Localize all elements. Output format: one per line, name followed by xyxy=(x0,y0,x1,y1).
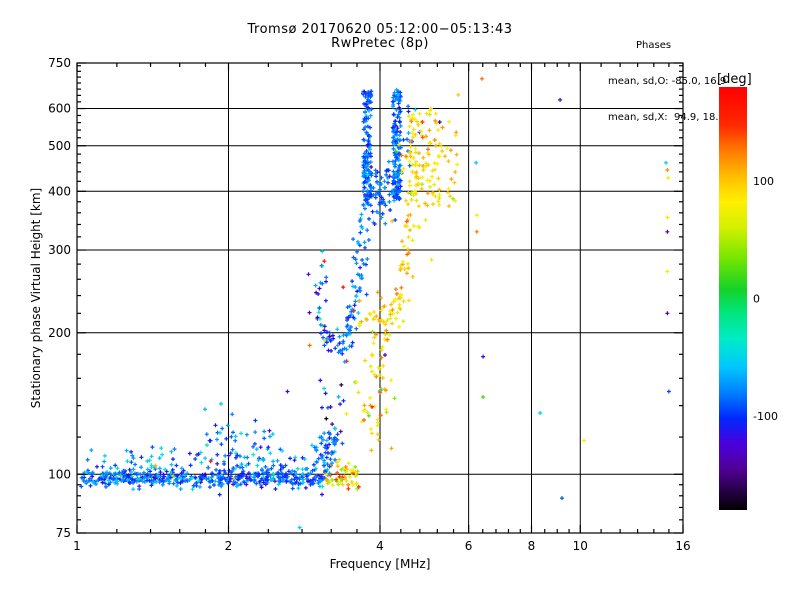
y-tick-label: 500 xyxy=(48,139,71,153)
y-tick-label: 100 xyxy=(48,467,71,481)
y-axis-label: Stationary phase Virtual Height [km] xyxy=(29,188,43,408)
colorbar-gradient xyxy=(719,87,747,510)
colorbar-tick-label: 100 xyxy=(753,175,774,188)
x-tick-label: 1 xyxy=(73,539,81,553)
scatter-points xyxy=(79,76,671,530)
y-tick-label: 400 xyxy=(48,184,71,198)
x-axis-label: Frequency [MHz] xyxy=(330,557,431,571)
y-tick-label: 300 xyxy=(48,243,71,257)
colorbar-tick-label: 0 xyxy=(753,293,760,306)
x-tick-label: 16 xyxy=(675,539,690,553)
x-tick-label: 10 xyxy=(573,539,588,553)
colorbar-tick-label: -100 xyxy=(753,410,778,423)
colorbar-label: [deg] xyxy=(717,72,752,87)
x-tick-label: 2 xyxy=(225,539,233,553)
x-tick-label: 6 xyxy=(465,539,473,553)
y-tick-label: 200 xyxy=(48,326,71,340)
ionogram-page: Tromsø 20170620 05:12:00−05:13:43 RwPret… xyxy=(0,0,800,600)
y-tick-label: 600 xyxy=(48,102,71,116)
x-tick-label: 4 xyxy=(376,539,384,553)
x-tick-label: 8 xyxy=(528,539,536,553)
ionogram-plot: 1 2 4 6 8 10 16 75 100 200 300 400 500 600 750 Frequenc… xyxy=(29,56,778,571)
y-tick-label: 75 xyxy=(56,526,71,540)
y-tick-label: 750 xyxy=(48,56,71,70)
